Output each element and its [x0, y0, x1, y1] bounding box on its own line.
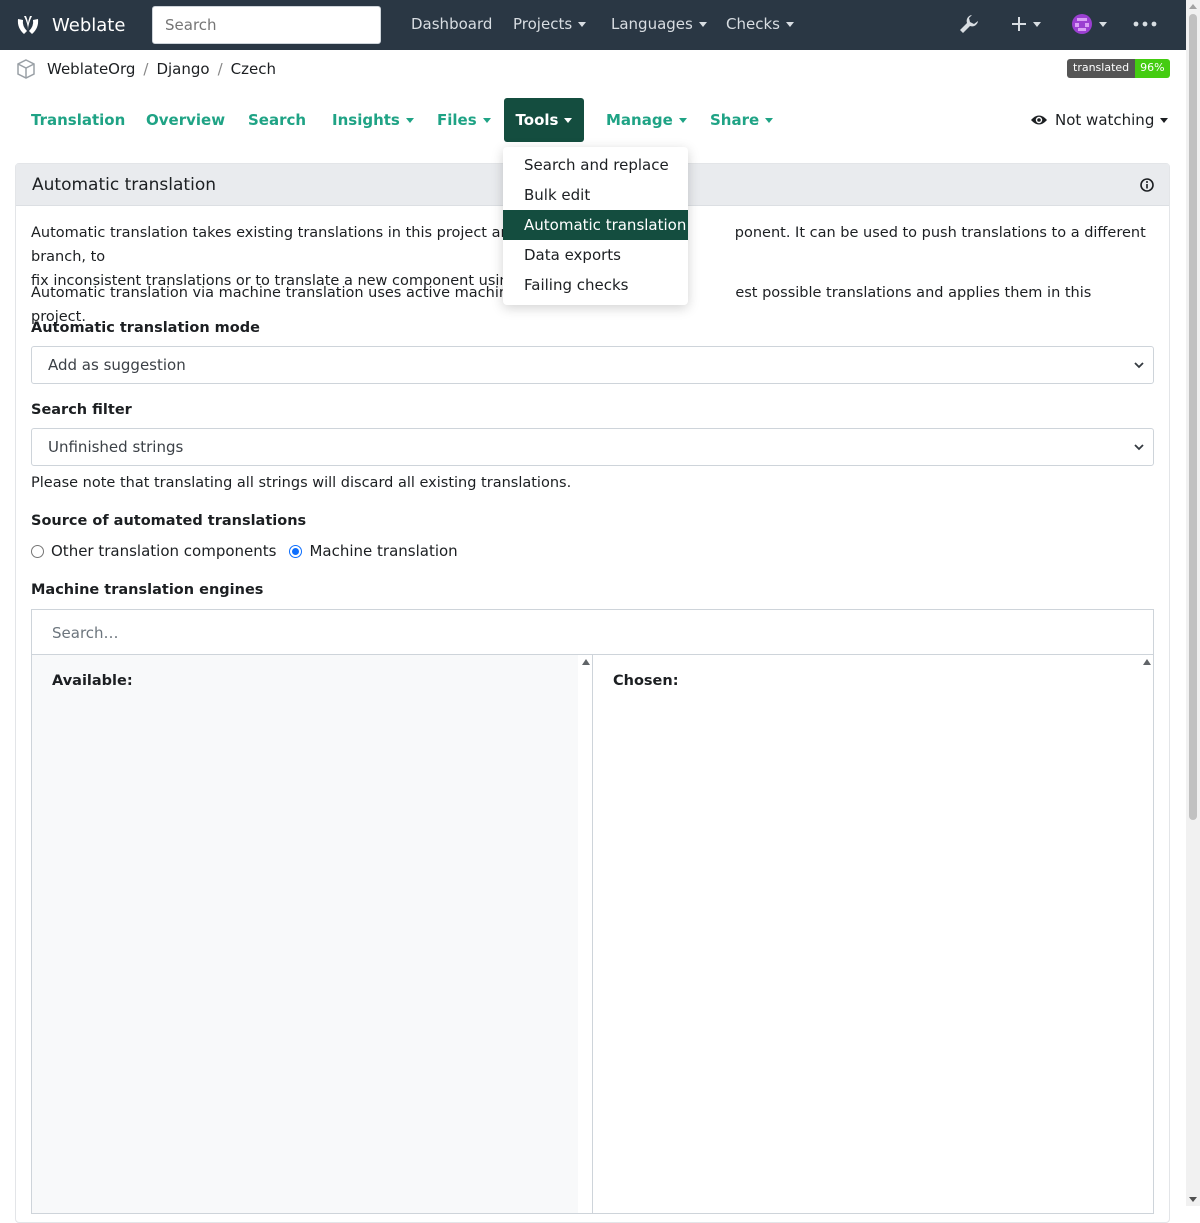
scroll-up-arrow-icon[interactable] — [582, 659, 590, 665]
engines-dual-list: Available: Chosen: — [31, 654, 1154, 1214]
caret-down-icon — [1033, 21, 1041, 27]
project-cube-icon — [17, 59, 35, 79]
caret-down-icon — [1160, 117, 1169, 123]
add-menu[interactable] — [1011, 13, 1041, 35]
available-list[interactable]: Available: — [32, 655, 593, 1213]
tab-share[interactable]: Share — [710, 111, 774, 129]
tab-translation[interactable]: Translation — [31, 111, 125, 129]
automatic-translation-panel: Automatic translation Automatic translat… — [15, 163, 1170, 1223]
breadcrumb-component[interactable]: Django — [156, 60, 209, 78]
info-icon[interactable] — [1140, 178, 1154, 192]
nav-dashboard[interactable]: Dashboard — [411, 15, 492, 33]
translated-status-badge[interactable]: translated 96% — [1067, 59, 1170, 78]
more-menu-icon[interactable] — [1133, 13, 1157, 35]
breadcrumb: WeblateOrg / Django / Czech — [16, 58, 276, 80]
tab-manage[interactable]: Manage — [606, 111, 687, 129]
nav-projects[interactable]: Projects — [513, 15, 587, 33]
tools-dropdown-menu: Search and replace Bulk edit Automatic t… — [503, 147, 688, 305]
badge-value: 96% — [1135, 59, 1170, 78]
menu-item-bulk-edit[interactable]: Bulk edit — [503, 180, 688, 210]
source-mt-radio[interactable] — [289, 544, 303, 558]
caret-down-icon — [698, 21, 707, 27]
filter-note: Please note that translating all strings… — [31, 475, 572, 491]
wrench-icon[interactable] — [958, 13, 980, 35]
chevron-down-icon — [1134, 444, 1144, 451]
watching-label: Not watching — [1055, 111, 1155, 129]
caret-down-icon — [482, 117, 491, 123]
menu-item-search-replace[interactable]: Search and replace — [503, 150, 688, 180]
scrollbar-thumb[interactable] — [1189, 14, 1197, 820]
tab-search[interactable]: Search — [248, 111, 306, 129]
tab-overview[interactable]: Overview — [146, 111, 225, 129]
menu-item-automatic-translation[interactable]: Automatic translation — [503, 210, 688, 240]
watch-toggle[interactable]: Not watching — [1030, 111, 1169, 129]
scroll-down-arrow-icon[interactable] — [1189, 1197, 1197, 1202]
source-label: Source of automated translations — [31, 513, 307, 529]
caret-down-icon — [564, 117, 573, 123]
top-navbar: Weblate Dashboard Projects Languages Che… — [0, 0, 1186, 50]
breadcrumb-project[interactable]: WeblateOrg — [47, 60, 135, 78]
menu-item-failing-checks[interactable]: Failing checks — [503, 270, 688, 300]
engines-search-input[interactable]: Search… — [31, 609, 1154, 655]
filter-select[interactable]: Unfinished strings — [31, 428, 1154, 466]
scroll-up-arrow-icon[interactable] — [1143, 659, 1151, 665]
menu-item-data-exports[interactable]: Data exports — [503, 240, 688, 270]
weblate-logo-icon — [17, 16, 39, 34]
breadcrumb-separator: / — [143, 60, 149, 78]
chevron-down-icon — [1134, 362, 1144, 369]
chosen-label: Chosen: — [613, 673, 679, 689]
tab-tools[interactable]: Tools — [504, 98, 584, 142]
caret-down-icon — [405, 117, 414, 123]
badge-label: translated — [1067, 59, 1136, 78]
brand-name: Weblate — [52, 14, 126, 36]
source-radio-group: Other translation components Machine tra… — [31, 542, 458, 560]
tab-insights[interactable]: Insights — [332, 111, 414, 129]
source-components-label[interactable]: Other translation components — [51, 542, 276, 560]
mode-label: Automatic translation mode — [31, 320, 260, 336]
caret-down-icon — [678, 117, 687, 123]
available-label: Available: — [52, 673, 133, 689]
mode-select[interactable]: Add as suggestion — [31, 346, 1154, 384]
eye-icon — [1031, 115, 1047, 125]
chosen-scrollbar[interactable] — [1139, 655, 1153, 1213]
plus-icon — [1012, 17, 1026, 31]
scroll-up-arrow-icon[interactable] — [1189, 4, 1197, 9]
nav-languages[interactable]: Languages — [611, 15, 707, 33]
global-search-input[interactable] — [152, 6, 381, 44]
caret-down-icon — [578, 21, 587, 27]
brand-link[interactable]: Weblate — [15, 12, 125, 38]
page-scrollbar[interactable] — [1186, 0, 1200, 1206]
caret-down-icon — [765, 117, 774, 123]
engines-label: Machine translation engines — [31, 582, 264, 598]
caret-down-icon — [1099, 21, 1107, 27]
avatar — [1072, 14, 1092, 34]
breadcrumb-separator: / — [217, 60, 223, 78]
chosen-list[interactable]: Chosen: — [593, 655, 1153, 1213]
filter-label: Search filter — [31, 402, 132, 418]
source-components-radio[interactable] — [31, 544, 44, 558]
tab-files[interactable]: Files — [437, 111, 491, 129]
nav-checks[interactable]: Checks — [726, 15, 794, 33]
available-scrollbar[interactable] — [578, 655, 592, 1213]
source-mt-label[interactable]: Machine translation — [309, 542, 457, 560]
caret-down-icon — [785, 21, 794, 27]
breadcrumb-language[interactable]: Czech — [231, 60, 276, 78]
user-menu[interactable] — [1071, 13, 1107, 35]
